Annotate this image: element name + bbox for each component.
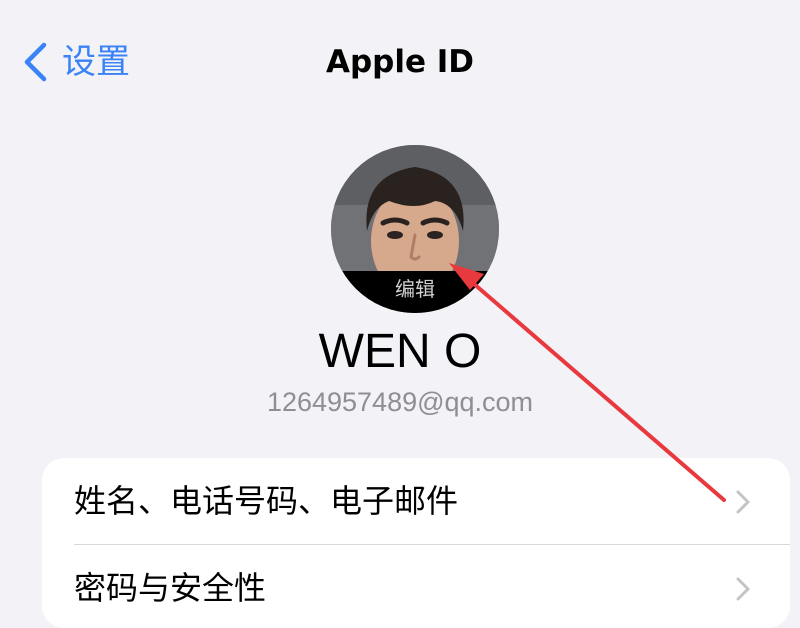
user-name: WEN O (318, 325, 482, 378)
avatar[interactable]: 编辑 (331, 145, 499, 313)
chevron-right-icon (736, 490, 750, 514)
avatar-edit-label[interactable]: 编辑 (331, 271, 499, 313)
chevron-right-icon (736, 577, 750, 601)
list-item-label: 姓名、电话号码、电子邮件 (74, 482, 459, 520)
list-item-name-phone-email[interactable]: 姓名、电话号码、电子邮件 (42, 458, 790, 544)
list-item-password-security[interactable]: 密码与安全性 (42, 545, 790, 628)
navigation-bar: 设置 Apple ID (0, 0, 800, 120)
settings-list: 姓名、电话号码、电子邮件 密码与安全性 (42, 458, 790, 628)
page-title: Apple ID (325, 44, 475, 80)
user-email: 1264957489@qq.com (266, 387, 534, 417)
list-item-label: 密码与安全性 (74, 569, 267, 607)
